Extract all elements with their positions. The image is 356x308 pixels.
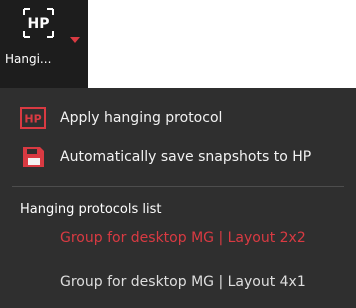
section-title: Hanging protocols list — [20, 202, 162, 217]
dropdown-caret-icon[interactable] — [70, 37, 80, 43]
save-icon — [23, 147, 44, 167]
hp-icon: HP — [20, 107, 46, 129]
menu-item-label: Automatically save snapshots to HP — [60, 149, 312, 165]
menu-item-label: Apply hanging protocol — [60, 110, 223, 126]
hanging-protocol-menu: HP Apply hanging protocol Automatically … — [0, 88, 356, 308]
menu-item-autosave-snapshots[interactable]: Automatically save snapshots to HP — [0, 141, 356, 173]
protocol-item-layout-4x1[interactable]: Group for desktop MG | Layout 4x1 — [60, 273, 306, 291]
hanging-protocol-icon: HP — [23, 8, 54, 38]
svg-text:HP: HP — [24, 113, 41, 126]
svg-text:HP: HP — [28, 16, 50, 32]
menu-divider — [12, 186, 344, 187]
menu-item-apply-hanging-protocol[interactable]: HP Apply hanging protocol — [0, 102, 356, 134]
hanging-protocol-toolbar-button[interactable]: HP Hangi... — [0, 0, 88, 88]
hanging-protocol-ui: HP Hangi... HP Apply hanging protocol Au… — [0, 0, 356, 308]
toolbar-label: Hangi... — [5, 52, 52, 66]
protocol-item-layout-2x2[interactable]: Group for desktop MG | Layout 2x2 — [60, 229, 306, 247]
